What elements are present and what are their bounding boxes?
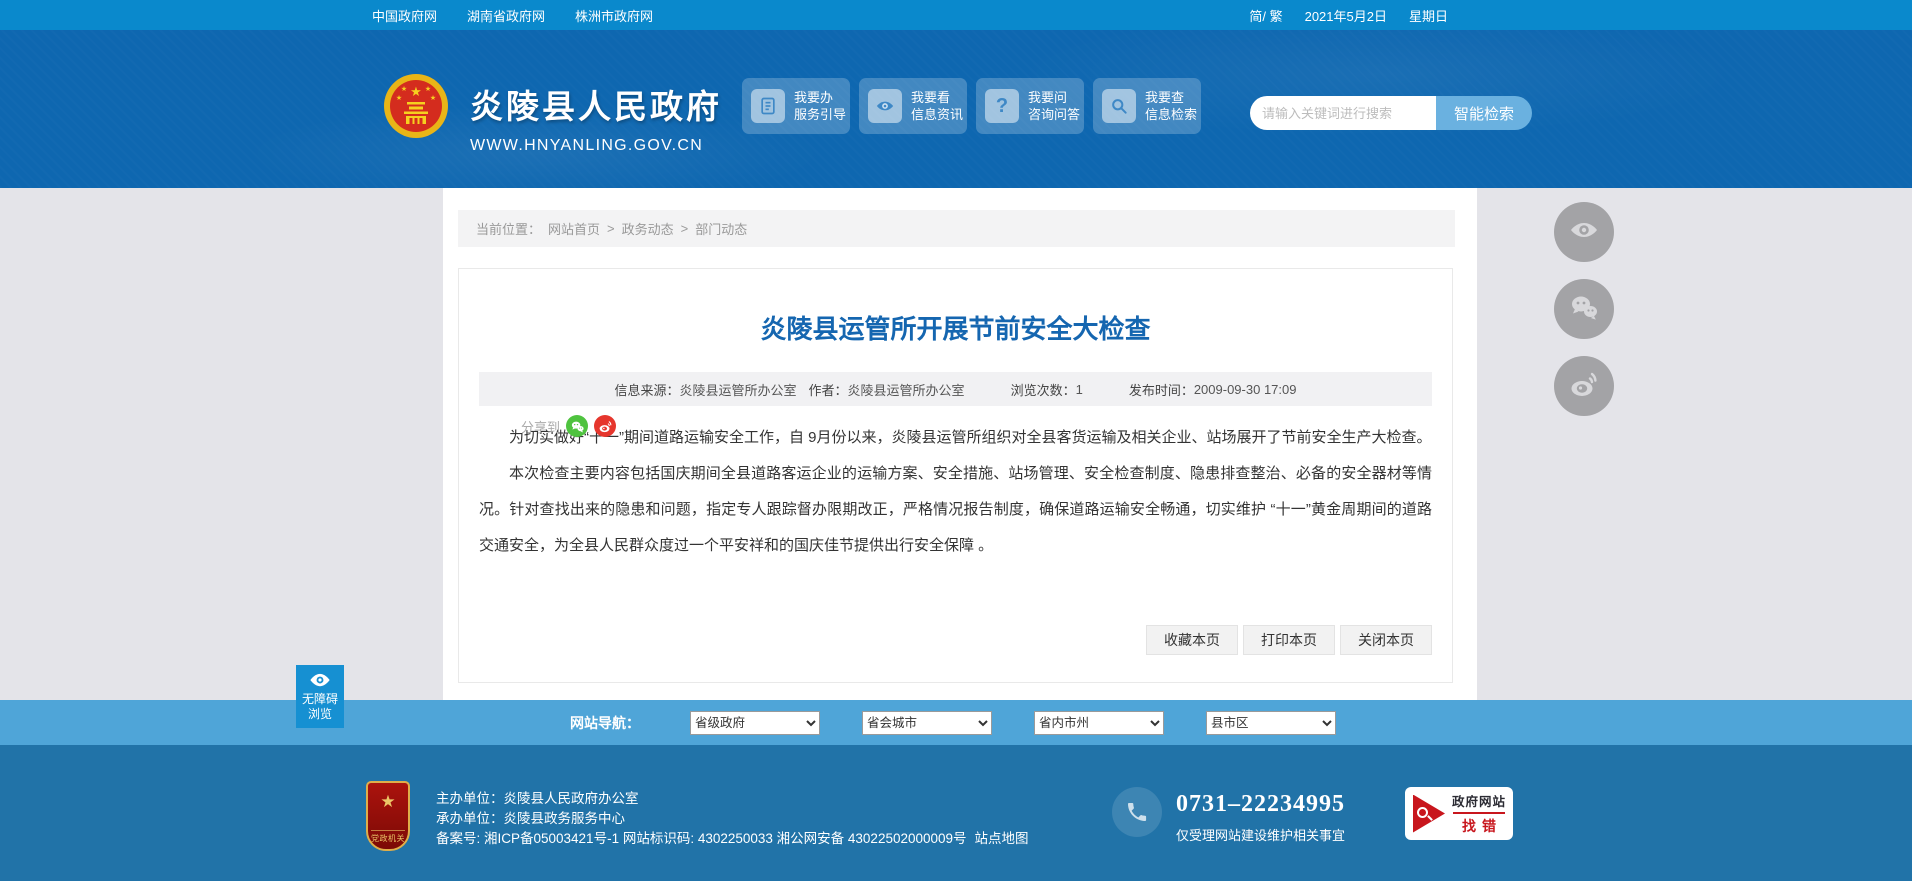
badge-emblem-icon: ★ bbox=[380, 792, 396, 811]
meta-source: 炎陵县运管所办公室 bbox=[679, 382, 797, 398]
operator-label: 承办单位： bbox=[436, 811, 504, 826]
accessibility-label: 无障碍 浏览 bbox=[301, 692, 338, 721]
footer: ★ 党政机关 主办单位：炎陵县人民政府办公室 承办单位：炎陵县政务服务中心 备案… bbox=[0, 745, 1912, 881]
gov-links: 中国政府网 湖南省政府网 株洲市政府网 bbox=[372, 6, 653, 25]
magnifier-icon bbox=[1102, 89, 1136, 123]
quick-button-label: 我要看 信息资讯 bbox=[911, 90, 964, 122]
svg-text:★: ★ bbox=[410, 84, 422, 99]
topbar-right: 简/ 繁 2021年5月2日 星期日 bbox=[1249, 6, 1448, 25]
print-page-button[interactable]: 打印本页 bbox=[1243, 625, 1335, 655]
close-page-button[interactable]: 关闭本页 bbox=[1340, 625, 1432, 655]
svg-text:★: ★ bbox=[401, 85, 407, 93]
contact-phone-note: 仅受理网站建设维护相关事宜 bbox=[1176, 828, 1346, 843]
breadcrumb-gov-news[interactable]: 政务动态 bbox=[622, 219, 674, 238]
select-province-cities[interactable]: 省内市州 bbox=[1034, 710, 1164, 735]
quick-button-ask[interactable]: ? 我要问 咨询问答 bbox=[976, 78, 1084, 134]
search-bar: 智能检索 bbox=[1250, 96, 1532, 130]
article-paragraph: 为切实做好“十一”期间道路运输安全工作，自 9月份以来，炎陵县运管所组织对全县客… bbox=[509, 429, 1432, 446]
national-emblem-logo[interactable]: ★ ★ ★ ★ ★ bbox=[383, 73, 449, 139]
accessibility-button[interactable]: 无障碍 浏览 bbox=[296, 665, 344, 728]
error-badge-text: 政府网站 找错 bbox=[1452, 795, 1507, 834]
quick-button-label: 我要查 信息检索 bbox=[1145, 90, 1198, 122]
organizer-value: 炎陵县人民政府办公室 bbox=[503, 791, 639, 806]
weibo-share-icon[interactable] bbox=[594, 415, 617, 437]
link-hunan-gov[interactable]: 湖南省政府网 bbox=[467, 6, 545, 25]
document-icon bbox=[751, 89, 785, 123]
site-title-block: 炎陵县人民政府 WWW.HNYANLING.GOV.CN bbox=[470, 80, 722, 155]
icp-record-text: 备案号: 湘ICP备05003421号-1 网站标识码: 4302250033 … bbox=[436, 831, 967, 846]
select-capital-cities[interactable]: 省会城市 bbox=[862, 710, 992, 735]
breadcrumb-home[interactable]: 网站首页 bbox=[548, 219, 600, 238]
weibo-icon bbox=[1568, 368, 1600, 405]
eye-icon bbox=[309, 673, 331, 691]
meta-time: 2009-09-30 17:09 bbox=[1193, 381, 1297, 397]
breadcrumb-separator: > bbox=[607, 221, 615, 236]
breadcrumb: 当前位置： 网站首页 > 政务动态 > 部门动态 bbox=[458, 210, 1455, 247]
quick-button-label: 我要办 服务引导 bbox=[794, 90, 847, 122]
phone-icon bbox=[1112, 787, 1162, 837]
operator-value: 炎陵县政务服务中心 bbox=[503, 811, 626, 826]
share-row: 分享到 bbox=[521, 415, 617, 437]
site-nav-strip: 网站导航： 省级政府 省会城市 省内市州 县市区 bbox=[0, 700, 1912, 745]
gov-site-error-report-badge[interactable]: 政府网站 找错 bbox=[1405, 787, 1513, 840]
top-bar: 中国政府网 湖南省政府网 株洲市政府网 简/ 繁 2021年5月2日 星期日 bbox=[0, 0, 1912, 30]
meta-views-label: 浏览次数： bbox=[1010, 382, 1076, 398]
badge-label: 党政机关 bbox=[371, 830, 405, 844]
quick-button-lookup[interactable]: 我要查 信息检索 bbox=[1093, 78, 1201, 134]
breadcrumb-dept-news[interactable]: 部门动态 bbox=[695, 219, 747, 238]
quick-button-services[interactable]: 我要办 服务引导 bbox=[742, 78, 850, 134]
svg-text:★: ★ bbox=[430, 94, 436, 102]
float-eye-button[interactable] bbox=[1554, 202, 1614, 262]
float-wechat-button[interactable] bbox=[1554, 279, 1614, 339]
meta-views: 1 bbox=[1075, 381, 1083, 397]
error-flag-magnifier-icon bbox=[1413, 794, 1445, 833]
article-meta-bar: 信息来源： 炎陵县运管所办公室 作者： 炎陵县运管所办公室 浏览次数： 1 发布… bbox=[479, 372, 1432, 406]
breadcrumb-separator: > bbox=[680, 221, 689, 236]
quick-button-label: 我要问 咨询问答 bbox=[1028, 90, 1081, 122]
wechat-icon bbox=[1568, 291, 1600, 328]
sitemap-link[interactable]: 站点地图 bbox=[975, 831, 1029, 846]
site-nav-label: 网站导航： bbox=[570, 714, 640, 731]
header-banner: ★ ★ ★ ★ ★ 炎陵县人民政府 WWW.HNYANLING.GOV.CN 我… bbox=[0, 30, 1912, 188]
select-county-districts[interactable]: 县市区 bbox=[1206, 710, 1336, 735]
current-date: 2021年5月2日 bbox=[1304, 8, 1387, 24]
meta-author: 炎陵县运管所办公室 bbox=[847, 382, 965, 398]
meta-time-label: 发布时间： bbox=[1128, 382, 1194, 398]
eye-icon bbox=[1568, 214, 1600, 251]
content-area: 当前位置： 网站首页 > 政务动态 > 部门动态 炎陵县运管所开展节前安全大检查… bbox=[0, 188, 1912, 700]
search-input[interactable] bbox=[1250, 96, 1436, 130]
select-provincial-gov[interactable]: 省级政府 bbox=[690, 710, 820, 735]
share-label: 分享到 bbox=[521, 419, 561, 435]
article-title: 炎陵县运管所开展节前安全大检查 bbox=[760, 314, 1151, 344]
footer-info: 主办单位：炎陵县人民政府办公室 承办单位：炎陵县政务服务中心 备案号: 湘ICP… bbox=[436, 789, 1029, 849]
article-actions: 收藏本页 打印本页 关闭本页 bbox=[1146, 625, 1432, 655]
meta-source-label: 信息来源： bbox=[614, 382, 680, 398]
link-zhuzhou-gov[interactable]: 株洲市政府网 bbox=[575, 6, 653, 25]
svg-text:★: ★ bbox=[396, 94, 402, 102]
link-china-gov[interactable]: 中国政府网 bbox=[372, 6, 437, 25]
lang-toggle[interactable]: 简/ 繁 bbox=[1249, 6, 1282, 25]
question-icon: ? bbox=[985, 89, 1019, 123]
current-weekday: 星期日 bbox=[1408, 8, 1448, 24]
smart-search-button[interactable]: 智能检索 bbox=[1436, 96, 1532, 130]
site-name[interactable]: 炎陵县人民政府 bbox=[470, 80, 722, 128]
breadcrumb-label: 当前位置： bbox=[476, 222, 542, 237]
organizer-label: 主办单位： bbox=[436, 791, 504, 806]
wechat-share-icon[interactable] bbox=[566, 415, 589, 437]
party-gov-badge: ★ 党政机关 bbox=[366, 781, 410, 851]
contact-phone: 0731–22234995 bbox=[1176, 791, 1345, 817]
quick-buttons: 我要办 服务引导 我要看 信息资讯 ? 我要问 咨询问答 我要查 信息检索 bbox=[742, 78, 1201, 134]
float-weibo-button[interactable] bbox=[1554, 356, 1614, 416]
article-card: 炎陵县运管所开展节前安全大检查 信息来源： 炎陵县运管所办公室 作者： 炎陵县运… bbox=[458, 268, 1453, 683]
favorite-page-button[interactable]: 收藏本页 bbox=[1146, 625, 1238, 655]
meta-author-label: 作者： bbox=[808, 382, 848, 398]
eye-icon bbox=[868, 89, 902, 123]
site-url: WWW.HNYANLING.GOV.CN bbox=[470, 137, 704, 154]
svg-text:★: ★ bbox=[425, 85, 431, 93]
article-body: 为切实做好“十一”期间道路运输安全工作，自 9月份以来，炎陵县运管所组织对全县客… bbox=[479, 420, 1432, 564]
quick-button-news[interactable]: 我要看 信息资讯 bbox=[859, 78, 967, 134]
article-paragraph: 本次检查主要内容包括国庆期间全县道路客运企业的运输方案、安全措施、站场管理、安全… bbox=[479, 465, 1432, 554]
